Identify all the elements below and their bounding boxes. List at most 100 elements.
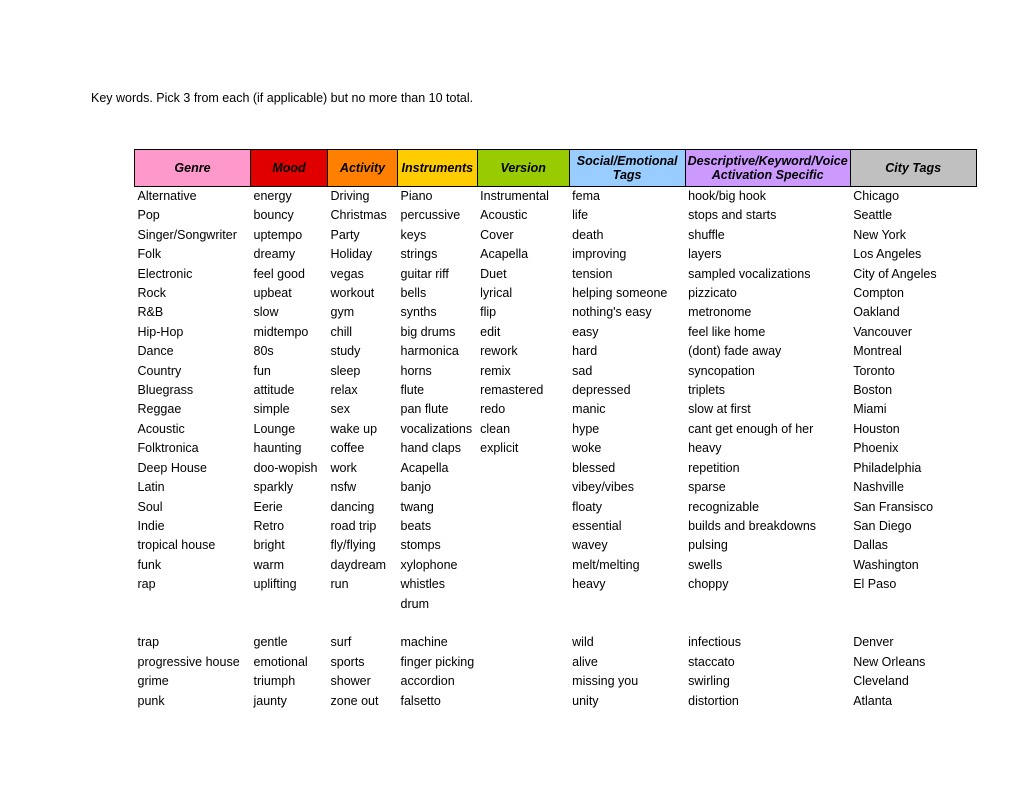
- table-row: grime triumph shower accordion missing you sw…: [135, 672, 977, 691]
- cell-descriptive: choppy: [688, 577, 729, 592]
- table-row: Hip-Hop midtempo chill big drums edit easy fee…: [135, 323, 977, 342]
- cell-genre: Hip-Hop: [137, 324, 184, 339]
- cell-activity: chill: [330, 324, 353, 339]
- cell-city: Denver: [853, 635, 894, 650]
- cell-version: Acapella: [480, 247, 529, 262]
- cell-activity: sports: [330, 654, 365, 669]
- cell-instruments: bells: [400, 286, 427, 301]
- cell-mood: gentle: [253, 635, 288, 650]
- cell-mood: triumph: [253, 674, 296, 689]
- cell-instruments: machine: [400, 635, 448, 650]
- cell-city: Compton: [853, 286, 904, 301]
- table-row: trap gentle surf machine wild infectious Denve…: [135, 633, 977, 652]
- cell-activity: sleep: [330, 363, 361, 378]
- cell-instruments: stomps: [400, 538, 441, 553]
- cell-genre: tropical house: [137, 538, 216, 553]
- table-row: Soul Eerie dancing twang floaty recognizable S…: [135, 498, 977, 517]
- cell-city: Seattle: [853, 208, 893, 223]
- cell-mood: Retro: [253, 518, 285, 533]
- cell-version: [477, 478, 569, 497]
- cell-mood: 80s: [253, 344, 274, 359]
- cell-social: wild: [572, 635, 594, 650]
- cell-social: floaty: [572, 499, 603, 514]
- cell-genre: Dance: [137, 344, 174, 359]
- cell-genre: R&B: [137, 305, 164, 320]
- cell-mood: bouncy: [253, 208, 294, 223]
- table-spacer-row: [135, 614, 977, 633]
- cell-activity: coffee: [330, 441, 365, 456]
- cell-social: sad: [572, 363, 593, 378]
- table-row: progressive house emotional sports finger p…: [135, 653, 977, 672]
- cell-descriptive: triplets: [688, 383, 725, 398]
- cell-descriptive: metronome: [688, 305, 752, 320]
- table-row: Folktronica haunting coffee hand claps expli…: [135, 439, 977, 458]
- cell-descriptive: recognizable: [688, 499, 760, 514]
- cell-social: helping someone: [572, 286, 668, 301]
- cell-activity: dancing: [330, 499, 375, 514]
- cell-genre: Alternative: [137, 189, 197, 203]
- column-header-instruments: Instruments: [397, 149, 478, 187]
- cell-genre: Bluegrass: [137, 383, 194, 398]
- cell-instruments: guitar riff: [400, 266, 449, 281]
- table-row: Deep House doo-wopish work Acapella blessed r…: [135, 459, 977, 478]
- cell-version: [477, 517, 569, 536]
- column-header-city-tags: City Tags: [849, 149, 977, 187]
- cell-genre: grime: [137, 674, 169, 689]
- cell-genre: Pop: [137, 208, 160, 223]
- cell-mood: upbeat: [253, 286, 292, 301]
- cell-activity: work: [330, 460, 357, 475]
- cell-city: Chicago: [853, 189, 900, 203]
- cell-city: Dallas: [853, 538, 888, 553]
- cell-descriptive: sparse: [688, 480, 726, 495]
- table-row: Pop bouncy Christmas percussive Acoustic life…: [135, 206, 977, 225]
- page-title: Key words. Pick 3 from each (if applicab…: [91, 91, 474, 105]
- cell-genre: Reggae: [137, 402, 182, 417]
- cell-social: nothing's easy: [572, 305, 652, 320]
- cell-mood: feel good: [253, 266, 305, 281]
- cell-instruments: Acapella: [400, 460, 449, 475]
- cell-instruments: big drums: [400, 324, 456, 339]
- table-row: Dance 80s study harmonica rework hard (dont) f…: [135, 342, 977, 361]
- cell-genre: Rock: [137, 286, 166, 301]
- cell-social: missing you: [572, 674, 639, 689]
- cell-mood: uplifting: [253, 577, 297, 592]
- cell-activity: workout: [330, 286, 375, 301]
- cell-city: Houston: [853, 421, 900, 436]
- cell-version: Cover: [480, 227, 514, 242]
- cell-city: City of Angeles: [853, 266, 937, 281]
- table-row: Acoustic Lounge wake up vocalizations clean h…: [135, 420, 977, 439]
- cell-descriptive: staccato: [688, 654, 735, 669]
- cell-city: Montreal: [853, 344, 902, 359]
- cell-descriptive: distortion: [688, 693, 739, 708]
- cell-genre: progressive house: [137, 654, 240, 669]
- cell-city: Phoenix: [853, 441, 899, 456]
- table-row: tropical house bright fly/flying stomps wave…: [135, 536, 977, 555]
- cell-activity: [328, 595, 398, 614]
- cell-version: explicit: [480, 441, 519, 456]
- cell-activity: Driving: [330, 189, 370, 203]
- cell-version: [477, 653, 569, 672]
- column-header-social-emotional-tags: Social/Emotional Tags: [568, 149, 686, 187]
- cell-version: Duet: [480, 266, 507, 281]
- cell-instruments: whistles: [400, 577, 445, 592]
- cell-social: manic: [572, 402, 606, 417]
- cell-mood: energy: [253, 189, 292, 203]
- cell-descriptive: layers: [688, 247, 722, 262]
- table-header: Genre Mood Activity Instruments Version …: [134, 149, 977, 187]
- cell-city: Miami: [853, 402, 887, 417]
- cell-instruments: drum: [400, 596, 429, 611]
- cell-activity: shower: [330, 674, 371, 689]
- cell-social: blessed: [572, 460, 616, 475]
- cell-city: [850, 595, 976, 614]
- cell-genre: Folktronica: [137, 441, 199, 456]
- cell-activity: Party: [330, 227, 360, 242]
- cell-social: depressed: [572, 383, 631, 398]
- cell-instruments: strings: [400, 247, 438, 262]
- cell-mood: midtempo: [253, 324, 309, 339]
- cell-activity: zone out: [330, 693, 379, 708]
- cell-instruments: pan flute: [400, 402, 449, 417]
- cell-genre: Electronic: [137, 266, 193, 281]
- cell-genre: Country: [137, 363, 182, 378]
- cell-genre: Deep House: [137, 460, 208, 475]
- cell-instruments: keys: [400, 227, 427, 242]
